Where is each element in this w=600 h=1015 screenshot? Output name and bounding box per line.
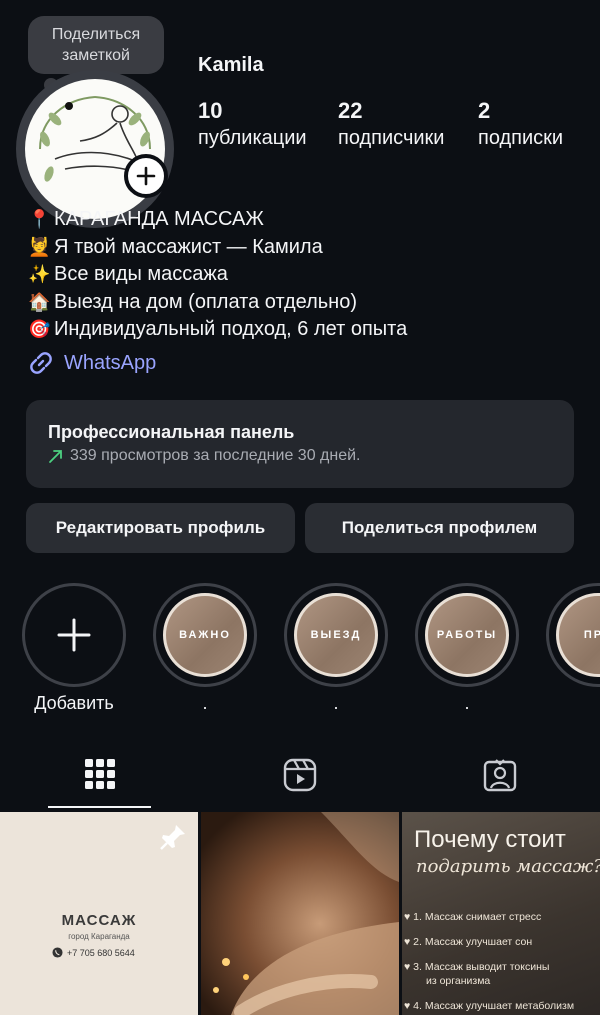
highlight-raboty[interactable]: РАБОТЫ . — [415, 583, 519, 714]
highlight-circle: ВЫЕЗД — [284, 583, 388, 687]
bio-line-text: Индивидуальный подход, 6 лет опыта — [54, 318, 408, 340]
stat-posts[interactable]: 10 публикации — [198, 98, 307, 152]
post-list: ♥ 1. Массаж снимает стресс ♥ 2. Массаж у… — [404, 905, 574, 1015]
heart-icon: ♥ — [404, 1000, 414, 1012]
avatar[interactable] — [16, 70, 174, 228]
heart-icon: ♥ — [404, 961, 414, 973]
grid-icon — [85, 759, 115, 789]
pro-panel-stats: 339 просмотров за последние 30 дней. — [48, 447, 552, 465]
post-list-item: ♥ 3. Массаж выводит токсины — [404, 955, 574, 974]
bio-line-text: Выезд на дом (оплата отдельно) — [54, 290, 357, 313]
tab-tagged[interactable] — [483, 758, 517, 797]
post-list-item: ♥ 1. Массаж снимает стресс — [404, 905, 574, 930]
post-tile-pinned[interactable]: МАССАЖ город Караганда +7 705 680 5644 — [0, 812, 198, 1015]
link-label: WhatsApp — [64, 351, 157, 374]
massage-icon: 💆 — [28, 236, 51, 257]
post-list-item-text: 4. Массаж улучшает метаболизм — [413, 1000, 575, 1012]
stat-followers[interactable]: 22 подписчики — [338, 98, 444, 152]
highlight-vazhno[interactable]: ВАЖНО . — [153, 583, 257, 714]
stat-posts-label: публикации — [198, 127, 307, 149]
bio-line-text: КАРАГАНДА МАССАЖ — [54, 208, 264, 230]
house-icon: 🏠 — [28, 291, 51, 312]
post-title: МАССАЖ — [61, 912, 137, 929]
post-heading: Почему стоит — [414, 826, 566, 853]
highlight-cover: РАБОТЫ — [425, 593, 509, 677]
bio-line: 🎯 Индивидуальный подход, 6 лет опыта — [28, 316, 407, 344]
highlight-label: . — [464, 693, 470, 713]
note-bubble[interactable]: Поделиться заметкой — [28, 16, 164, 74]
post-tile-why-massage[interactable]: Почему стоит подарить массаж? ♥ 1. Масса… — [402, 812, 600, 1015]
whatsapp-icon — [52, 947, 63, 958]
stat-following[interactable]: 2 подписки — [478, 98, 563, 152]
reels-icon — [283, 758, 317, 792]
post-tile-massage-photo[interactable] — [201, 812, 399, 1015]
post-list-item: ♥ 2. Массаж улучшает сон — [404, 930, 574, 955]
stat-following-count: 2 — [478, 98, 491, 123]
highlight-add-circle — [22, 583, 126, 687]
heart-icon: ♥ — [404, 911, 414, 923]
post-list-item: ♥ 4. Массаж улучшает метаболизм — [404, 994, 574, 1015]
add-story-button[interactable] — [124, 154, 168, 198]
sparkles-icon: ✨ — [28, 264, 51, 284]
stat-following-label: подписки — [478, 127, 564, 149]
post-list-item-text: 3. Массаж выводит токсины — [413, 961, 550, 973]
whatsapp-link[interactable]: WhatsApp — [28, 350, 156, 376]
highlight-cover: ПРА — [556, 593, 600, 677]
pin-icon — [160, 825, 185, 850]
post-list-item-text: 2. Массаж улучшает сон — [413, 936, 533, 948]
highlight-label: . — [333, 693, 339, 713]
plus-icon — [136, 166, 156, 186]
massage-photo-image — [213, 812, 399, 1015]
pro-panel-subtitle: 339 просмотров за последние 30 дней. — [70, 447, 361, 464]
bio-line: 📍 КАРАГАНДА МАССАЖ — [28, 206, 407, 234]
active-tab-indicator — [48, 806, 151, 808]
stat-posts-count: 10 — [198, 98, 223, 123]
avatar-ring — [16, 70, 174, 228]
target-icon: 🎯 — [28, 319, 51, 339]
bio-line-text: Я твой массажист — Камила — [54, 235, 323, 258]
highlight-label: . — [202, 693, 208, 713]
tab-reels[interactable] — [283, 758, 317, 797]
post-list-item-text: из организма — [426, 975, 491, 987]
tab-posts[interactable] — [84, 758, 116, 795]
highlight-label: Добавить — [34, 693, 114, 713]
post-list-item-text: 1. Массаж снимает стресс — [413, 911, 542, 923]
professional-dashboard[interactable]: Профессиональная панель 339 просмотров з… — [26, 400, 574, 488]
bio-line-text: Все виды массажа — [54, 263, 228, 285]
plus-icon — [57, 618, 91, 652]
bio-line: 💆 Я твой массажист — Камила — [28, 234, 407, 262]
highlight-partial[interactable]: ПРА — [546, 583, 600, 687]
post-script: подарить массаж? — [416, 856, 600, 877]
post-phone-text: +7 705 680 5644 — [67, 947, 135, 958]
pro-panel-title: Профессиональная панель — [48, 422, 295, 442]
stat-followers-count: 22 — [338, 98, 363, 123]
highlight-cover: ВАЖНО — [163, 593, 247, 677]
post-city: город Караганда — [68, 932, 130, 941]
tagged-icon — [483, 759, 517, 792]
highlight-add[interactable]: Добавить — [22, 583, 126, 714]
bio-line: 🏠 Выезд на дом (оплата отдельно) — [28, 289, 407, 317]
username: Kamila — [198, 54, 264, 76]
edit-profile-button[interactable]: Редактировать профиль — [26, 503, 295, 553]
highlight-circle: ВАЖНО — [153, 583, 257, 687]
avatar-image — [25, 79, 165, 219]
post-phone: +7 705 680 5644 — [52, 947, 135, 958]
massage-logo-icon — [39, 96, 151, 182]
highlight-circle: ПРА — [546, 583, 600, 687]
pin-icon: 📍 — [28, 209, 51, 229]
bio: 📍 КАРАГАНДА МАССАЖ 💆 Я твой массажист — Ка… — [28, 206, 407, 344]
stat-followers-label: подписчики — [338, 127, 445, 149]
highlight-cover: ВЫЕЗД — [294, 593, 378, 677]
link-icon — [30, 352, 52, 374]
trend-up-icon — [49, 450, 62, 463]
heart-icon: ♥ — [404, 936, 414, 948]
highlight-vyezd[interactable]: ВЫЕЗД . — [284, 583, 388, 714]
highlight-circle: РАБОТЫ — [415, 583, 519, 687]
bio-line: ✨ Все виды массажа — [28, 261, 407, 289]
post-list-item: из организма — [404, 974, 574, 994]
share-profile-button[interactable]: Поделиться профилем — [305, 503, 574, 553]
